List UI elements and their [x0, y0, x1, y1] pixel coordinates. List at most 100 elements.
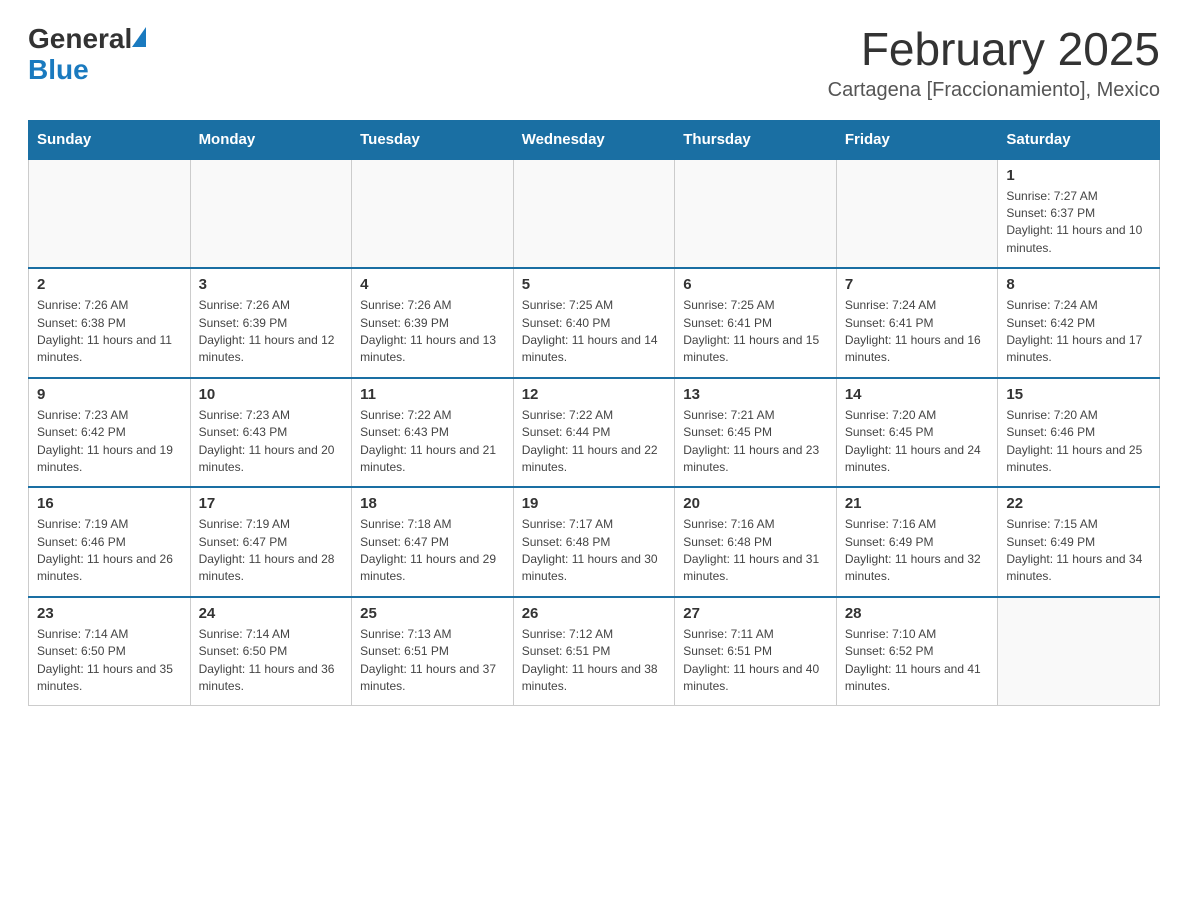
calendar-cell: 27 Sunrise: 7:11 AMSunset: 6:51 PMDayligh… [675, 597, 837, 706]
day-number: 1 [1006, 167, 1151, 184]
day-info: Sunrise: 7:22 AMSunset: 6:43 PMDaylight:… [360, 407, 505, 477]
calendar-cell: 7 Sunrise: 7:24 AMSunset: 6:41 PMDaylight… [836, 268, 998, 378]
logo: General Blue [28, 24, 146, 86]
day-number: 20 [683, 495, 828, 512]
day-info: Sunrise: 7:10 AMSunset: 6:52 PMDaylight:… [845, 626, 990, 696]
day-info: Sunrise: 7:19 AMSunset: 6:47 PMDaylight:… [199, 516, 344, 586]
day-number: 23 [37, 605, 182, 622]
calendar-cell: 13 Sunrise: 7:21 AMSunset: 6:45 PMDayligh… [675, 378, 837, 488]
week-row-5: 23 Sunrise: 7:14 AMSunset: 6:50 PMDayligh… [29, 597, 1160, 706]
day-number: 25 [360, 605, 505, 622]
day-number: 15 [1006, 386, 1151, 403]
day-info: Sunrise: 7:25 AMSunset: 6:41 PMDaylight:… [683, 297, 828, 367]
calendar-cell: 22 Sunrise: 7:15 AMSunset: 6:49 PMDayligh… [998, 487, 1160, 597]
calendar-cell: 1 Sunrise: 7:27 AMSunset: 6:37 PMDaylight… [998, 159, 1160, 269]
calendar-cell: 26Sunrise: 7:12 AMSunset: 6:51 PMDayligh… [513, 597, 675, 706]
location-title: Cartagena [Fraccionamiento], Mexico [828, 79, 1160, 102]
day-number: 18 [360, 495, 505, 512]
calendar-cell: 8Sunrise: 7:24 AMSunset: 6:42 PMDaylight… [998, 268, 1160, 378]
calendar-cell [675, 159, 837, 269]
day-info: Sunrise: 7:26 AMSunset: 6:39 PMDaylight:… [360, 297, 505, 367]
day-info: Sunrise: 7:21 AMSunset: 6:45 PMDaylight:… [683, 407, 828, 477]
calendar-cell: 15 Sunrise: 7:20 AMSunset: 6:46 PMDayligh… [998, 378, 1160, 488]
weekday-header-sunday: Sunday [29, 120, 191, 159]
calendar-cell: 19 Sunrise: 7:17 AMSunset: 6:48 PMDayligh… [513, 487, 675, 597]
calendar-cell [29, 159, 191, 269]
calendar-cell: 23 Sunrise: 7:14 AMSunset: 6:50 PMDayligh… [29, 597, 191, 706]
day-info: Sunrise: 7:20 AMSunset: 6:45 PMDaylight:… [845, 407, 990, 477]
day-number: 5 [522, 276, 667, 293]
day-number: 6 [683, 276, 828, 293]
day-info: Sunrise: 7:16 AMSunset: 6:49 PMDaylight:… [845, 516, 990, 586]
calendar-cell: 6 Sunrise: 7:25 AMSunset: 6:41 PMDaylight… [675, 268, 837, 378]
day-number: 11 [360, 386, 505, 403]
day-info: Sunrise: 7:18 AMSunset: 6:47 PMDaylight:… [360, 516, 505, 586]
weekday-header-saturday: Saturday [998, 120, 1160, 159]
day-info: Sunrise: 7:23 AMSunset: 6:42 PMDaylight:… [37, 407, 182, 477]
logo-general-text: General [28, 24, 132, 55]
day-info: Sunrise: 7:26 AMSunset: 6:38 PMDaylight:… [37, 297, 182, 367]
month-title: February 2025 [828, 24, 1160, 75]
calendar-cell [513, 159, 675, 269]
calendar-cell: 3 Sunrise: 7:26 AMSunset: 6:39 PMDaylight… [190, 268, 352, 378]
day-number: 2 [37, 276, 182, 293]
calendar-cell: 10Sunrise: 7:23 AMSunset: 6:43 PMDayligh… [190, 378, 352, 488]
calendar-cell: 14 Sunrise: 7:20 AMSunset: 6:45 PMDayligh… [836, 378, 998, 488]
day-number: 27 [683, 605, 828, 622]
day-number: 24 [199, 605, 344, 622]
calendar-cell: 11 Sunrise: 7:22 AMSunset: 6:43 PMDayligh… [352, 378, 514, 488]
calendar-cell [352, 159, 514, 269]
day-info: Sunrise: 7:23 AMSunset: 6:43 PMDaylight:… [199, 407, 344, 477]
week-row-3: 9 Sunrise: 7:23 AMSunset: 6:42 PMDaylight… [29, 378, 1160, 488]
day-info: Sunrise: 7:17 AMSunset: 6:48 PMDaylight:… [522, 516, 667, 586]
day-info: Sunrise: 7:26 AMSunset: 6:39 PMDaylight:… [199, 297, 344, 367]
day-info: Sunrise: 7:25 AMSunset: 6:40 PMDaylight:… [522, 297, 667, 367]
day-number: 21 [845, 495, 990, 512]
calendar-cell: 18 Sunrise: 7:18 AMSunset: 6:47 PMDayligh… [352, 487, 514, 597]
calendar-cell: 24 Sunrise: 7:14 AMSunset: 6:50 PMDayligh… [190, 597, 352, 706]
day-info: Sunrise: 7:13 AMSunset: 6:51 PMDaylight:… [360, 626, 505, 696]
day-number: 14 [845, 386, 990, 403]
calendar-cell: 2 Sunrise: 7:26 AMSunset: 6:38 PMDaylight… [29, 268, 191, 378]
calendar-cell: 20 Sunrise: 7:16 AMSunset: 6:48 PMDayligh… [675, 487, 837, 597]
day-info: Sunrise: 7:24 AMSunset: 6:41 PMDaylight:… [845, 297, 990, 367]
day-number: 22 [1006, 495, 1151, 512]
logo-blue-text: Blue [28, 54, 89, 85]
weekday-header-friday: Friday [836, 120, 998, 159]
day-number: 9 [37, 386, 182, 403]
weekday-header-monday: Monday [190, 120, 352, 159]
day-info: Sunrise: 7:14 AMSunset: 6:50 PMDaylight:… [199, 626, 344, 696]
day-info: Sunrise: 7:14 AMSunset: 6:50 PMDaylight:… [37, 626, 182, 696]
day-info: Sunrise: 7:11 AMSunset: 6:51 PMDaylight:… [683, 626, 828, 696]
calendar-cell: 4Sunrise: 7:26 AMSunset: 6:39 PMDaylight… [352, 268, 514, 378]
weekday-header-wednesday: Wednesday [513, 120, 675, 159]
week-row-4: 16Sunrise: 7:19 AMSunset: 6:46 PMDayligh… [29, 487, 1160, 597]
weekday-header-thursday: Thursday [675, 120, 837, 159]
calendar-cell: 12Sunrise: 7:22 AMSunset: 6:44 PMDayligh… [513, 378, 675, 488]
day-info: Sunrise: 7:27 AMSunset: 6:37 PMDaylight:… [1006, 188, 1151, 258]
day-info: Sunrise: 7:15 AMSunset: 6:49 PMDaylight:… [1006, 516, 1151, 586]
day-info: Sunrise: 7:24 AMSunset: 6:42 PMDaylight:… [1006, 297, 1151, 367]
calendar-cell: 25 Sunrise: 7:13 AMSunset: 6:51 PMDayligh… [352, 597, 514, 706]
day-info: Sunrise: 7:12 AMSunset: 6:51 PMDaylight:… [522, 626, 667, 696]
calendar-cell: 17Sunrise: 7:19 AMSunset: 6:47 PMDayligh… [190, 487, 352, 597]
calendar-cell: 9 Sunrise: 7:23 AMSunset: 6:42 PMDaylight… [29, 378, 191, 488]
calendar-cell [836, 159, 998, 269]
weekday-header-row: SundayMondayTuesdayWednesdayThursdayFrid… [29, 120, 1160, 159]
day-info: Sunrise: 7:20 AMSunset: 6:46 PMDaylight:… [1006, 407, 1151, 477]
calendar-cell: 16Sunrise: 7:19 AMSunset: 6:46 PMDayligh… [29, 487, 191, 597]
day-number: 12 [522, 386, 667, 403]
calendar-cell [190, 159, 352, 269]
day-number: 3 [199, 276, 344, 293]
week-row-1: 1 Sunrise: 7:27 AMSunset: 6:37 PMDaylight… [29, 159, 1160, 269]
logo-triangle-icon [132, 27, 146, 47]
page-header: General Blue February 2025 Cartagena [Fr… [28, 24, 1160, 102]
calendar-cell: 28Sunrise: 7:10 AMSunset: 6:52 PMDayligh… [836, 597, 998, 706]
day-info: Sunrise: 7:16 AMSunset: 6:48 PMDaylight:… [683, 516, 828, 586]
calendar-cell [998, 597, 1160, 706]
day-info: Sunrise: 7:19 AMSunset: 6:46 PMDaylight:… [37, 516, 182, 586]
week-row-2: 2 Sunrise: 7:26 AMSunset: 6:38 PMDaylight… [29, 268, 1160, 378]
day-number: 19 [522, 495, 667, 512]
day-number: 7 [845, 276, 990, 293]
day-number: 13 [683, 386, 828, 403]
